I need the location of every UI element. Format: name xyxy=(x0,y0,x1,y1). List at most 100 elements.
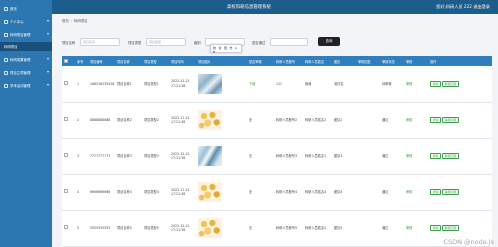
table-header-row: 序号 项目编号 项目名称 项目类型 项目时间 项目图片 是否审核 科研人员账号 … xyxy=(62,56,492,66)
cell-image xyxy=(196,102,247,138)
col-header: 审核状态 xyxy=(382,59,395,64)
row-checkbox[interactable] xyxy=(64,189,68,194)
cell-audit[interactable]: 审核 xyxy=(404,210,428,246)
row-checkbox[interactable] xyxy=(64,153,68,158)
row-checkbox[interactable] xyxy=(64,81,68,85)
col-header: 项目图片 xyxy=(198,59,211,64)
top-bar: 高校科研信息管理系统 您好,科研人员 222 退出登录 xyxy=(0,0,498,14)
review-select[interactable] xyxy=(270,37,308,46)
cell-review: 无 xyxy=(249,189,253,194)
level-dropdown: 校 省 国 市 A B xyxy=(210,44,242,54)
col-header: 科研人员账号 xyxy=(276,59,296,64)
cell-reply xyxy=(356,174,380,210)
project-type-input[interactable]: 项目类型 xyxy=(146,37,186,46)
detail-button[interactable]: 详情 xyxy=(430,80,442,87)
reply-button[interactable]: 审核回复 xyxy=(442,225,460,231)
level-option[interactable]: A xyxy=(235,46,237,50)
project-name-input[interactable]: 项目名称 xyxy=(80,37,120,46)
sidebar-item-label: 学术活动管理 xyxy=(10,84,31,88)
cell-code: 7777777777 xyxy=(90,153,111,158)
sidebar-item-project[interactable]: 科研项目 xyxy=(0,42,52,51)
sidebar-item-approval[interactable]: 项目立项管理 xyxy=(0,68,52,77)
cell-status: 通过 xyxy=(382,189,389,194)
cell-actions: 详情 审核回复 xyxy=(428,138,492,174)
chevron-down-icon xyxy=(47,58,49,60)
cell-person: 科研人员姓名3 xyxy=(305,153,327,158)
cell-index: 5 xyxy=(77,225,80,230)
detail-button[interactable]: 详情 xyxy=(430,189,442,195)
level-option[interactable]: 市 xyxy=(229,46,232,50)
level-option[interactable]: 国 xyxy=(224,46,227,50)
col-header: 科研人员姓名 xyxy=(305,59,325,64)
col-header: 审核 xyxy=(406,59,413,64)
detail-button[interactable]: 详情 xyxy=(430,153,442,159)
sidebar-item-achievement[interactable]: 科研成果管理 xyxy=(0,55,52,64)
cell-audit[interactable]: 审核 xyxy=(404,66,428,102)
cell-code: 6666666666 xyxy=(90,189,111,194)
sidebar-item-project-manage[interactable]: 科研项目管理 xyxy=(0,30,52,39)
user-info[interactable]: 您好,科研人员 222 退出登录 xyxy=(436,4,490,10)
chevron-down-icon xyxy=(47,20,49,22)
sidebar-item-label: 首页 xyxy=(10,7,17,11)
cell-person: 科研人员姓名2 xyxy=(305,117,327,122)
cell-index: 2 xyxy=(77,117,80,122)
col-header: 项目名称 xyxy=(117,59,130,64)
reply-button[interactable]: 审核回复 xyxy=(442,189,460,195)
cell-index: 1 xyxy=(77,81,80,86)
cell-audit[interactable]: 审核 xyxy=(404,102,428,138)
cell-name: 项目名称1 xyxy=(117,81,132,86)
cell-review[interactable]: 下载 xyxy=(247,66,274,102)
project-image[interactable] xyxy=(198,73,222,94)
project-name-label: 项目名称 xyxy=(62,41,76,45)
cell-type: 项目类型5 xyxy=(144,225,159,230)
row-checkbox[interactable] xyxy=(64,225,68,230)
detail-button[interactable]: 详情 xyxy=(430,225,442,231)
home-icon xyxy=(4,6,8,11)
level-option[interactable]: 省 xyxy=(218,46,221,50)
cell-audit[interactable]: 审核 xyxy=(404,174,428,210)
reply-button[interactable]: 审核回复 xyxy=(442,153,460,159)
cell-team: 团队3 xyxy=(334,153,343,158)
sidebar-item-home[interactable]: 首页 xyxy=(0,4,52,13)
sidebar-item-label: 项目立项管理 xyxy=(10,71,31,75)
search-button[interactable]: 查询 xyxy=(318,37,340,46)
sidebar-item-label: 科研成果管理 xyxy=(10,58,31,62)
breadcrumb-current: 科研项目 xyxy=(73,19,88,23)
cell-audit[interactable]: 审核 xyxy=(404,138,428,174)
cell-team: 团队4 xyxy=(334,189,343,194)
sidebar-item-academic[interactable]: 学术活动管理 xyxy=(0,81,52,90)
level-option[interactable]: B xyxy=(213,50,215,54)
project-image[interactable] xyxy=(198,218,222,238)
reply-button[interactable]: 审核回复 xyxy=(442,117,460,123)
detail-button[interactable]: 详情 xyxy=(430,117,442,123)
project-image[interactable] xyxy=(198,146,222,166)
cell-time: 2022-11-21 17:21:36 xyxy=(171,151,190,161)
folder-icon xyxy=(4,32,8,37)
cell-status: 待审核 xyxy=(382,81,392,86)
sidebar-item-profile[interactable]: 个人中心 xyxy=(0,17,52,26)
sidebar-item-label: 个人中心 xyxy=(10,20,24,24)
chevron-down-icon xyxy=(47,71,49,73)
project-image[interactable] xyxy=(198,182,222,202)
main-content: 首页 / 科研项目 项目名称 项目名称 项目类型 项目类型 级别 是否通过 查询 校… xyxy=(57,14,498,247)
cell-name: 项目名称5 xyxy=(117,225,132,230)
cell-code: 166516235428 xyxy=(90,81,115,86)
project-image[interactable] xyxy=(198,110,222,130)
cell-review: 无 xyxy=(249,153,253,158)
row-checkbox[interactable] xyxy=(64,117,68,122)
cell-index: 4 xyxy=(77,189,80,194)
cell-review: 无 xyxy=(249,225,253,230)
cell-image xyxy=(196,210,247,246)
reply-button[interactable]: 审核回复 xyxy=(442,80,460,87)
cell-time: 2022-11-21 17:21:36 xyxy=(171,223,190,233)
col-header: 项目类型 xyxy=(144,59,157,64)
cell-reply xyxy=(356,66,380,102)
cell-image xyxy=(196,138,247,174)
cell-type: 项目类型1 xyxy=(144,81,159,86)
project-table: 序号 项目编号 项目名称 项目类型 项目时间 项目图片 是否审核 科研人员账号 … xyxy=(62,56,492,247)
table-row: 3 7777777777 项目名称3 项目类型3 2022-11-21 17:2… xyxy=(62,138,492,174)
cell-review: 无 xyxy=(249,117,253,122)
breadcrumb-home[interactable]: 首页 xyxy=(62,19,69,23)
select-all-checkbox[interactable] xyxy=(64,58,68,63)
cell-name: 项目名称2 xyxy=(117,117,132,122)
